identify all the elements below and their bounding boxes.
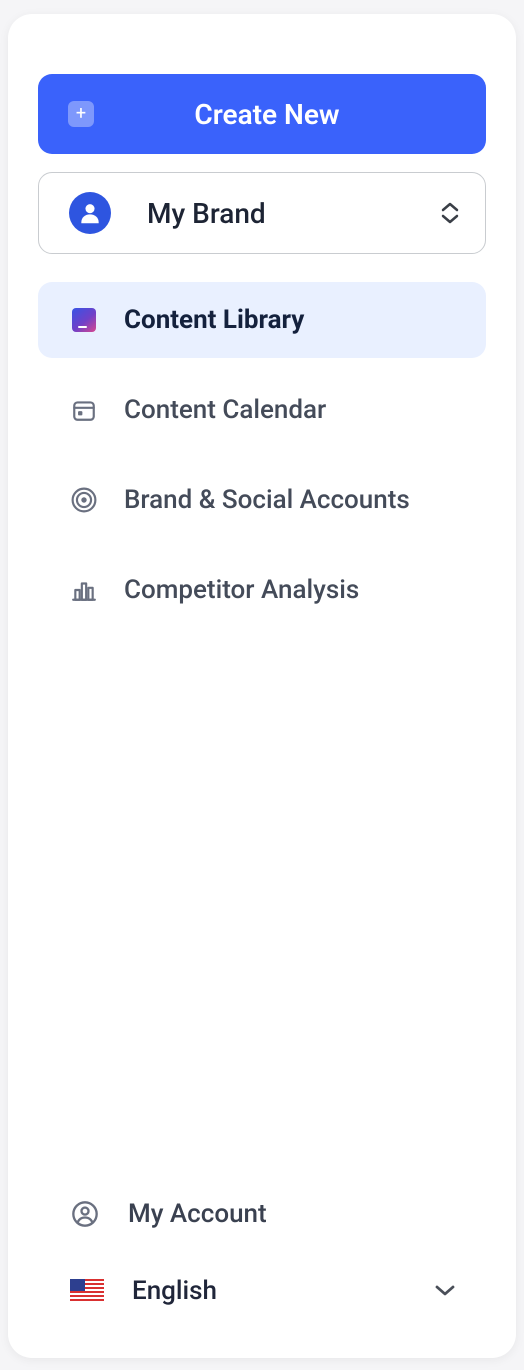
nav-item-content-calendar[interactable]: Content Calendar [38,372,486,448]
plus-icon: + [68,101,94,127]
nav-item-label: Brand & Social Accounts [98,485,410,515]
sidebar-footer: My Account English [38,1182,486,1328]
brand-selector-label: My Brand [111,197,441,230]
brand-selector[interactable]: My Brand [38,172,486,254]
chevron-down-icon [434,1282,456,1301]
content-library-icon [70,306,98,334]
us-flag-icon [70,1279,104,1303]
my-account-button[interactable]: My Account [38,1182,486,1246]
nav-item-label: Content Library [98,305,304,335]
nav-item-label: Content Calendar [98,395,326,425]
nav-item-competitor-analysis[interactable]: Competitor Analysis [38,552,486,628]
nav-item-brand-social-accounts[interactable]: Brand & Social Accounts [38,462,486,538]
create-new-label: Create New [94,98,486,131]
account-icon [70,1199,100,1229]
nav-item-label: Competitor Analysis [98,575,359,605]
sidebar: + Create New My Brand Content Library [8,14,516,1358]
calendar-icon [70,396,98,424]
nav-item-content-library[interactable]: Content Library [38,282,486,358]
language-label: English [104,1276,434,1306]
language-selector[interactable]: English [38,1260,486,1322]
broadcast-icon [70,486,98,514]
user-avatar-icon [69,192,111,234]
bar-chart-icon [70,576,98,604]
create-new-button[interactable]: + Create New [38,74,486,154]
nav-list: Content Library Content Calendar Bra [38,282,486,628]
my-account-label: My Account [100,1199,267,1229]
chevron-up-down-icon [441,202,459,224]
